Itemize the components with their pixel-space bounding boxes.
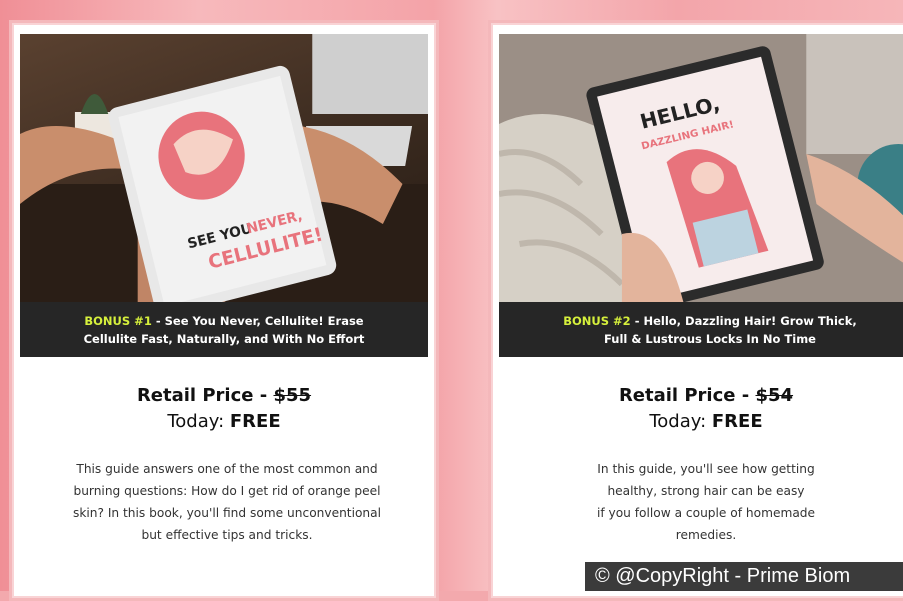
bonus-card-1: SEE YOU NEVER, CELLULITE! BONUS #1 - See…	[9, 20, 439, 601]
bonus-2-banner: BONUS #2 - Hello, Dazzling Hair! Grow Th…	[499, 302, 903, 357]
bonus-2-image: HELLO, DAZZLING HAIR!	[499, 34, 903, 302]
tablet-cellulite-illustration: SEE YOU NEVER, CELLULITE!	[20, 34, 428, 302]
bonus-1-banner: BONUS #1 - See You Never, Cellulite! Era…	[20, 302, 428, 357]
bonus-1-description: This guide answers one of the most commo…	[72, 462, 382, 542]
bonus-card-2: HELLO, DAZZLING HAIR! BONUS #2 - Hello, …	[488, 20, 903, 601]
bonus-1-image: SEE YOU NEVER, CELLULITE!	[20, 34, 428, 302]
bonus-1-title-line2: Cellulite Fast, Naturally, and With No E…	[83, 331, 365, 346]
bonus-1-title-line1: BONUS #1 - See You Never, Cellulite! Era…	[84, 313, 364, 328]
bonus-1-price-value: $55	[273, 385, 312, 406]
bonus-2-description: In this guide, you'll see how getting he…	[596, 462, 816, 542]
bonus-2-tag: BONUS #2	[563, 313, 631, 328]
copyright-watermark: © @CopyRight - Prime Biom	[585, 562, 903, 591]
bonus-1-retail-price: Retail Price - $55	[136, 385, 312, 406]
bonus-2-title-line1: BONUS #2 - Hello, Dazzling Hair! Grow Th…	[563, 313, 857, 328]
bonus-2-title-line2: Full & Lustrous Locks In No Time	[604, 331, 816, 346]
bonus-2-price-value: $54	[755, 385, 794, 406]
bonus-1-tag: BONUS #1	[84, 313, 152, 328]
tablet-hair-illustration: HELLO, DAZZLING HAIR!	[499, 34, 903, 302]
bonus-2-retail-price: Retail Price - $54	[618, 385, 794, 406]
bonus-2-today-price: Today: FREE	[649, 411, 763, 432]
bonus-1-today-price: Today: FREE	[167, 411, 281, 432]
